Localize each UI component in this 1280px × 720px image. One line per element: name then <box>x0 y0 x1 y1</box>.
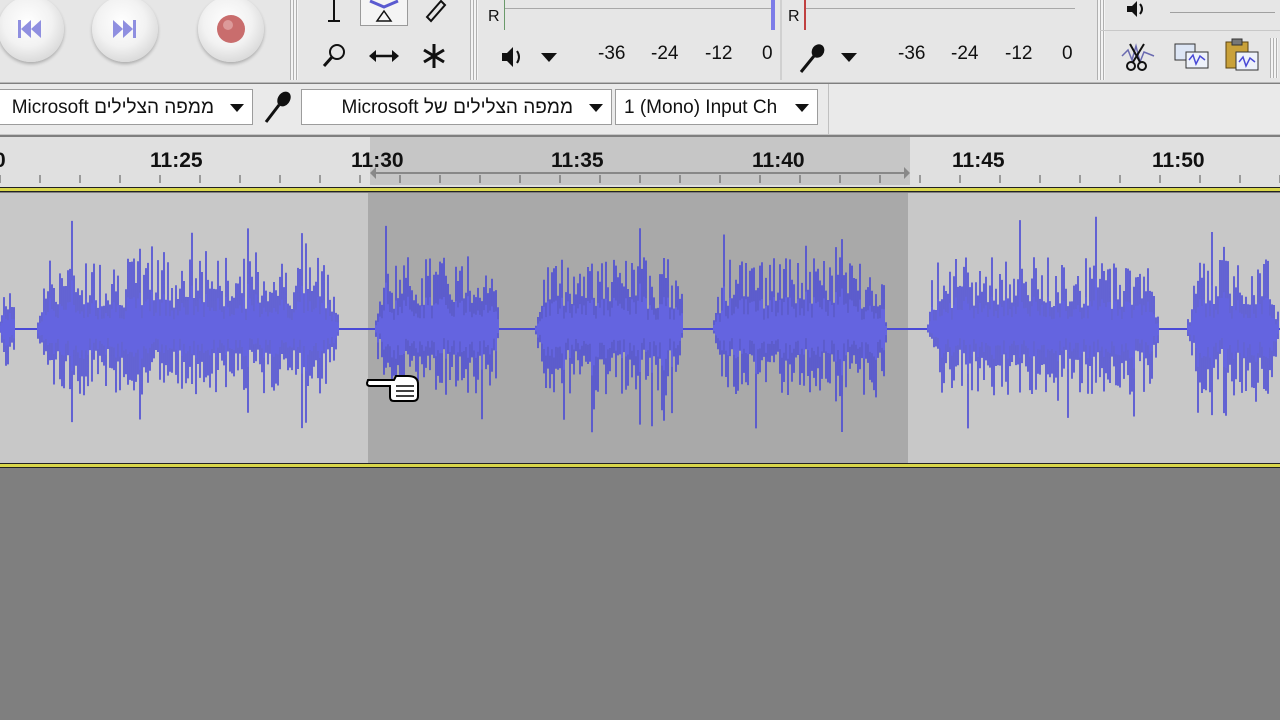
toolbar-grip[interactable] <box>470 0 478 80</box>
playback-scale-label: 0 <box>762 43 773 64</box>
timeline-label: 11:35 <box>551 149 604 172</box>
waveform[interactable] <box>0 193 1280 465</box>
record-scale-label: -12 <box>1005 43 1033 64</box>
record-meter-channel: R <box>788 8 800 25</box>
selection-tool[interactable] <box>310 0 358 28</box>
input-channels-select[interactable]: 1 (Mono) Input Ch <box>615 89 818 125</box>
edit-toolbar-divider <box>1100 30 1280 31</box>
timeshift-tool[interactable] <box>360 38 408 74</box>
volume-slider[interactable] <box>1170 12 1275 13</box>
i-beam-icon <box>328 0 340 22</box>
playback-meter-bar[interactable] <box>505 8 773 9</box>
pencil-icon <box>425 0 447 23</box>
audio-track[interactable] <box>0 187 1280 473</box>
microphone-icon[interactable] <box>796 42 830 76</box>
recording-device-value: Microsoft ממפה הצלילים של <box>341 97 574 118</box>
device-toolbar: Microsoft ממפה הצלילים Microsoft ממפה הצ… <box>0 84 1280 135</box>
skip-to-start-icon <box>18 20 41 38</box>
toolbar-grip[interactable] <box>1097 0 1105 80</box>
record-meter-dropdown[interactable] <box>841 53 857 62</box>
playback-meter-marker <box>771 0 775 30</box>
skip-to-end-button[interactable] <box>92 0 158 62</box>
device-toolbar-divider <box>828 84 829 134</box>
magnifier-icon <box>322 44 345 67</box>
multi-tool[interactable] <box>410 38 458 74</box>
timeline-label: 11:45 <box>952 149 1005 172</box>
playback-device-value: Microsoft ממפה הצלילים <box>11 97 214 118</box>
chevron-down-icon <box>230 104 244 112</box>
timeline-label: 11:50 <box>1152 149 1205 172</box>
zoom-tool[interactable] <box>310 38 358 74</box>
timeline-label: 11:25 <box>150 149 203 172</box>
speaker-icon[interactable] <box>498 42 528 72</box>
record-meter-bar[interactable] <box>805 8 1075 9</box>
toolbar-grip[interactable] <box>290 0 298 80</box>
playback-scale-label: -36 <box>598 43 626 64</box>
toolbar-grip[interactable] <box>1270 38 1278 78</box>
volume-icon <box>1127 1 1143 17</box>
skip-to-end-icon <box>113 20 136 38</box>
hand-cursor-icon <box>366 375 419 402</box>
playback-scale-label: -24 <box>651 43 679 64</box>
copy-icon[interactable] <box>1172 38 1212 74</box>
record-scale-label: 0 <box>1062 43 1073 64</box>
record-button[interactable] <box>198 0 264 62</box>
record-scale-label: -36 <box>898 43 926 64</box>
timeshift-icon <box>369 50 399 62</box>
playback-meter-channel: R <box>488 8 500 25</box>
envelope-tool[interactable] <box>360 0 408 26</box>
recording-device-select[interactable]: Microsoft ממפה הצלילים של <box>301 89 612 125</box>
timeline-label: 11:30 <box>351 149 404 172</box>
track-bottom-border <box>0 463 1280 468</box>
microphone-icon <box>264 91 291 123</box>
chevron-down-icon <box>795 104 809 112</box>
envelope-icon <box>369 0 399 22</box>
main-toolbar: R -36 -24 -12 0 R -36 -24 -12 0 <box>0 0 1280 83</box>
skip-to-start-button[interactable] <box>0 0 64 62</box>
record-icon <box>217 15 245 43</box>
record-scale-label: -24 <box>951 43 979 64</box>
track-top-border <box>0 187 1280 192</box>
playback-scale-label: -12 <box>705 43 733 64</box>
timeline-label: 0 <box>0 149 6 173</box>
record-meter-edge <box>804 0 806 30</box>
input-channels-value: 1 (Mono) Input Ch <box>624 97 778 118</box>
selection-handle[interactable] <box>904 167 910 179</box>
chevron-down-icon <box>589 104 603 112</box>
cut-icon[interactable] <box>1120 38 1156 74</box>
paste-icon[interactable] <box>1222 36 1262 76</box>
draw-tool[interactable] <box>410 0 458 28</box>
meter-divider <box>780 0 782 80</box>
timeline-label: 11:40 <box>752 149 805 172</box>
playback-device-select[interactable]: Microsoft ממפה הצלילים <box>0 89 253 125</box>
multi-tool-icon <box>423 44 445 68</box>
playback-meter-dropdown[interactable] <box>541 53 557 62</box>
playback-meter-edge <box>504 0 505 30</box>
